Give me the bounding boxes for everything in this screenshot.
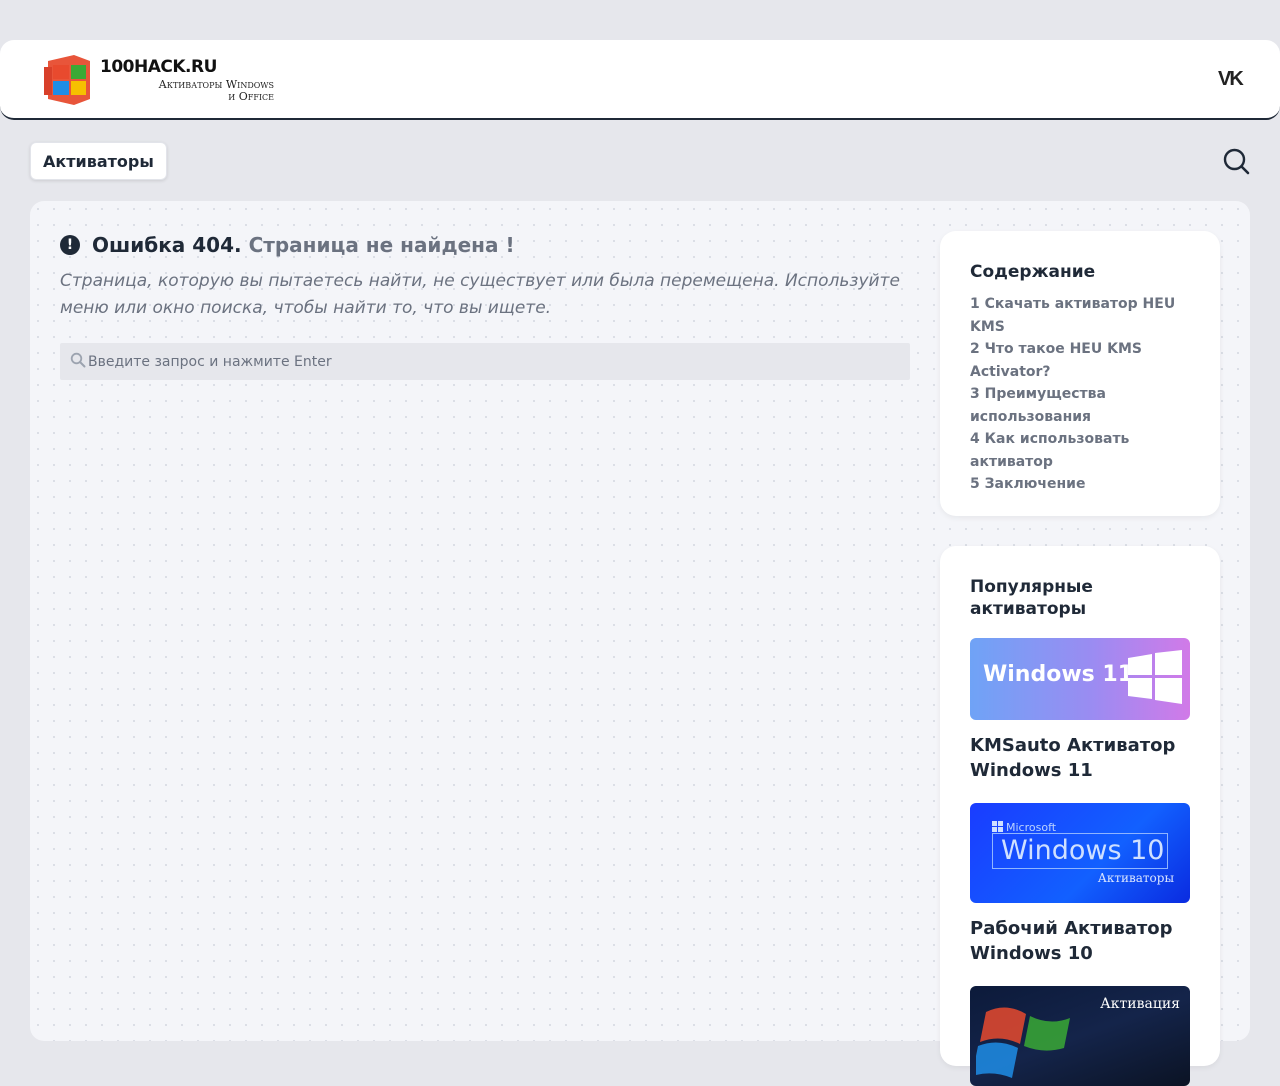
- toc-title: Содержание: [970, 262, 1096, 282]
- toc-item[interactable]: 4 Как использовать активатор: [970, 428, 1190, 473]
- popular-item[interactable]: Активация: [970, 986, 1190, 1086]
- logo-subtitle-line2: и Office: [228, 90, 274, 103]
- thumb-text: Windows 10: [992, 833, 1168, 869]
- toc-list: 1 Скачать активатор HEU KMS 2 Что такое …: [970, 293, 1190, 496]
- windows-7-thumbnail[interactable]: Активация: [970, 986, 1190, 1086]
- toc-widget: Содержание 1 Скачать активатор HEU KMS 2…: [940, 231, 1220, 516]
- popular-item-title[interactable]: Рабочий Активатор Windows 10: [970, 916, 1190, 966]
- windows-10-thumbnail[interactable]: Microsoft Windows 10 Активаторы: [970, 803, 1190, 903]
- toc-item[interactable]: 5 Заключение: [970, 473, 1190, 496]
- error-code: Ошибка 404.: [92, 233, 242, 257]
- toc-item[interactable]: 2 Что такое HEU KMS Activator?: [970, 338, 1190, 383]
- logo-subtitle: Активаторы Windows и Office: [100, 79, 274, 103]
- thumb-text: Windows 11: [983, 662, 1134, 687]
- toc-item[interactable]: 1 Скачать активатор HEU KMS: [970, 293, 1190, 338]
- vk-icon[interactable]: VK: [1218, 69, 1244, 89]
- microsoft-logo-icon: [992, 821, 1003, 832]
- search-input-icon: [70, 352, 86, 368]
- thumb-text: Активация: [1100, 996, 1180, 1012]
- search-icon[interactable]: [1222, 147, 1250, 175]
- windows-logo-icon: [1128, 650, 1182, 704]
- error-subtitle: Страница не найдена !: [248, 233, 515, 257]
- windows-office-logo-icon: [44, 55, 90, 105]
- toc-item[interactable]: 3 Преимущества использования: [970, 383, 1190, 428]
- page-title: Ошибка 404. Страница не найдена !: [92, 232, 515, 258]
- search-input[interactable]: [88, 343, 898, 380]
- error-description: Страница, которую вы пытаетесь найти, не…: [60, 271, 900, 318]
- site-logo[interactable]: 100HACK.RU Активаторы Windows и Office: [44, 53, 274, 109]
- popular-widget: Популярные активаторы Windows 11 KMSauto…: [940, 546, 1220, 1086]
- nav-bar: Активаторы: [0, 140, 1280, 184]
- popular-item-title[interactable]: KMSauto Активатор Windows 11: [970, 733, 1190, 783]
- search-form: [60, 343, 910, 380]
- popular-item[interactable]: Microsoft Windows 10 Активаторы Рабочий …: [970, 803, 1190, 966]
- logo-title: 100HACK.RU: [100, 57, 217, 77]
- exclamation-circle-icon: !: [60, 235, 80, 255]
- popular-item[interactable]: Windows 11 KMSauto Активатор Windows 11: [970, 638, 1190, 783]
- menu-activators-button[interactable]: Активаторы: [30, 142, 167, 180]
- windows-11-thumbnail[interactable]: Windows 11: [970, 638, 1190, 720]
- windows-7-flag-icon: [976, 1007, 1070, 1078]
- popular-title: Популярные активаторы: [970, 577, 1093, 619]
- site-header: 100HACK.RU Активаторы Windows и Office V…: [0, 40, 1280, 120]
- thumb-subtext: Активаторы: [1097, 871, 1174, 885]
